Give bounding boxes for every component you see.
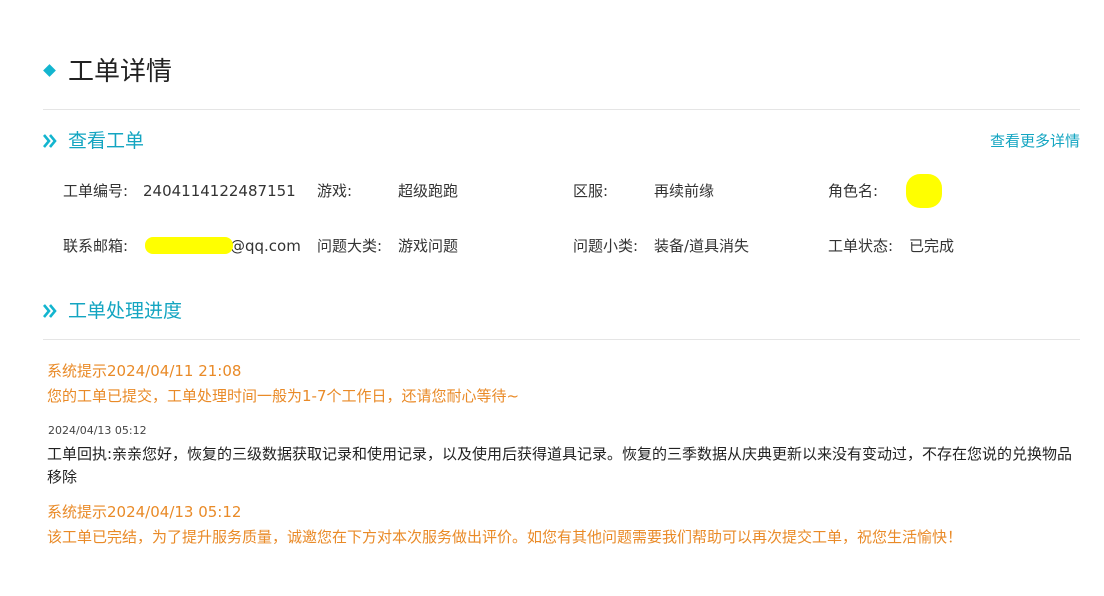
view-ticket-title: 查看工单 [68,130,145,152]
system-notice-header: 系统提示2024/04/11 21:08 [47,362,242,380]
page-title: 工单详情 [68,57,173,87]
subcategory-label: 问题小类: [573,237,639,255]
category-value: 游戏问题 [398,237,459,255]
view-more-details-link[interactable]: 查看更多详情 [990,131,1080,151]
divider [43,339,1080,340]
status-value: 已完成 [909,237,955,255]
redaction-mark-role [906,174,942,208]
diamond-bullet-icon [43,64,56,77]
category-label: 问题大类: [317,237,383,255]
double-chevron-icon [43,304,57,318]
page-header: 工单详情 [43,52,1080,110]
game-label: 游戏: [317,182,353,200]
system-notice-header: 系统提示2024/04/13 05:12 [47,503,242,521]
email-label: 联系邮箱: [63,237,129,255]
server-label: 区服: [573,182,609,200]
progress-section-header: 工单处理进度 [43,297,1080,327]
system-notice-text: 您的工单已提交，工单处理时间一般为1-7个工作日，还请您耐心等待~ [47,387,520,405]
reply-timestamp: 2024/04/13 05:12 [48,424,147,437]
view-ticket-section-header: 查看工单 查看更多详情 [43,127,1080,157]
system-notice-text: 该工单已完结，为了提升服务质量，诚邀您在下方对本次服务做出评价。如您有其他问题需… [47,528,963,546]
email-value: @qq.com [230,237,301,255]
reply-text: 工单回执:亲亲您好，恢复的三级数据获取记录和使用记录，以及使用后获得道具记录。恢… [47,445,1073,486]
double-chevron-icon [43,134,57,148]
subcategory-value: 装备/道具消失 [654,237,750,255]
server-value: 再续前缘 [654,182,715,200]
status-label: 工单状态: [828,237,894,255]
ticket-number-label: 工单编号: [63,182,129,200]
progress-title: 工单处理进度 [68,300,183,322]
game-value: 超级跑跑 [398,182,459,200]
redaction-mark-email [145,237,233,254]
ticket-number-value: 2404114122487151 [143,182,296,200]
role-name-label: 角色名: [828,182,879,200]
